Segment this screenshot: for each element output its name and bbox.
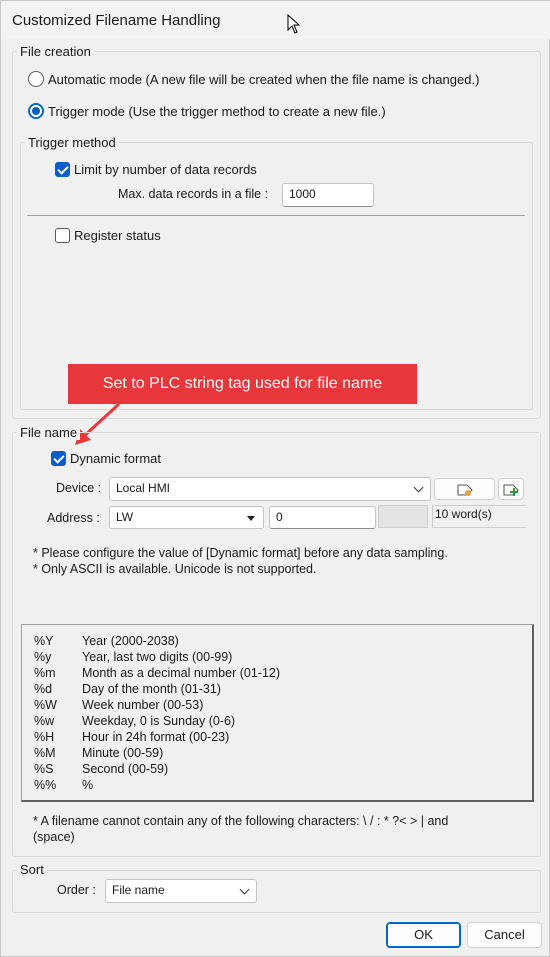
dialog-window: Customized Filename Handling File creati… [0,0,550,957]
dynamic-format-label[interactable]: Dynamic format [70,451,161,466]
add-tag-button[interactable] [498,478,524,500]
dynamic-format-checkbox[interactable] [51,451,66,466]
device-select[interactable]: Local HMI [109,477,431,501]
file-creation-label: File creation [17,44,94,59]
address-type-value: LW [116,510,134,524]
window-title: Customized Filename Handling [12,12,221,29]
divider [27,215,525,216]
automatic-mode-label[interactable]: Automatic mode (A new file will be creat… [48,72,479,87]
chevron-down-icon [413,482,424,493]
filename-char-note-cont: (space) [33,830,75,844]
register-status-checkbox[interactable] [55,228,70,243]
address-input[interactable]: 0 [269,506,376,529]
limit-records-checkbox[interactable] [55,162,70,177]
limit-records-label[interactable]: Limit by number of data records [74,162,257,177]
chevron-down-icon [239,884,250,895]
tag-icon [457,484,473,496]
note-dynamic-format: * Please configure the value of [Dynamic… [33,546,448,560]
register-status-label[interactable]: Register status [74,228,161,243]
max-records-input[interactable]: 1000 [282,183,374,207]
device-label: Device : [56,481,102,495]
address-type-select[interactable]: LW [109,506,264,529]
annotation-callout: Set to PLC string tag used for file name [68,364,417,404]
mouse-cursor-icon [287,14,301,34]
trigger-mode-radio[interactable] [28,103,44,119]
automatic-mode-radio[interactable] [28,71,44,87]
title-bar[interactable]: Customized Filename Handling [1,1,550,39]
max-records-label: Max. data records in a file : [118,187,269,201]
note-ascii-only: * Only ASCII is available. Unicode is no… [33,562,317,576]
file-name-label: File name [17,425,81,440]
trigger-mode-label[interactable]: Trigger mode (Use the trigger method to … [48,104,386,119]
filename-char-note: * A filename cannot contain any of the f… [33,814,449,828]
add-tag-icon [503,484,519,496]
format-reference-list: %Y Year (2000-2038) %y Year, last two digi… [21,624,534,802]
sort-label: Sort [17,862,47,877]
device-settings-button[interactable] [434,478,495,500]
address-label: Address : [47,511,100,525]
device-value: Local HMI [116,481,171,495]
order-value: File name [112,883,165,897]
ok-button[interactable]: OK [386,922,461,948]
word-count-field: 10 word(s) [432,505,526,528]
trigger-method-label: Trigger method [25,135,119,150]
order-select[interactable]: File name [105,879,257,903]
dropdown-arrow-icon [247,516,255,521]
order-label: Order : [57,883,96,897]
cancel-button[interactable]: Cancel [467,922,542,948]
address-extra-field [378,505,428,528]
